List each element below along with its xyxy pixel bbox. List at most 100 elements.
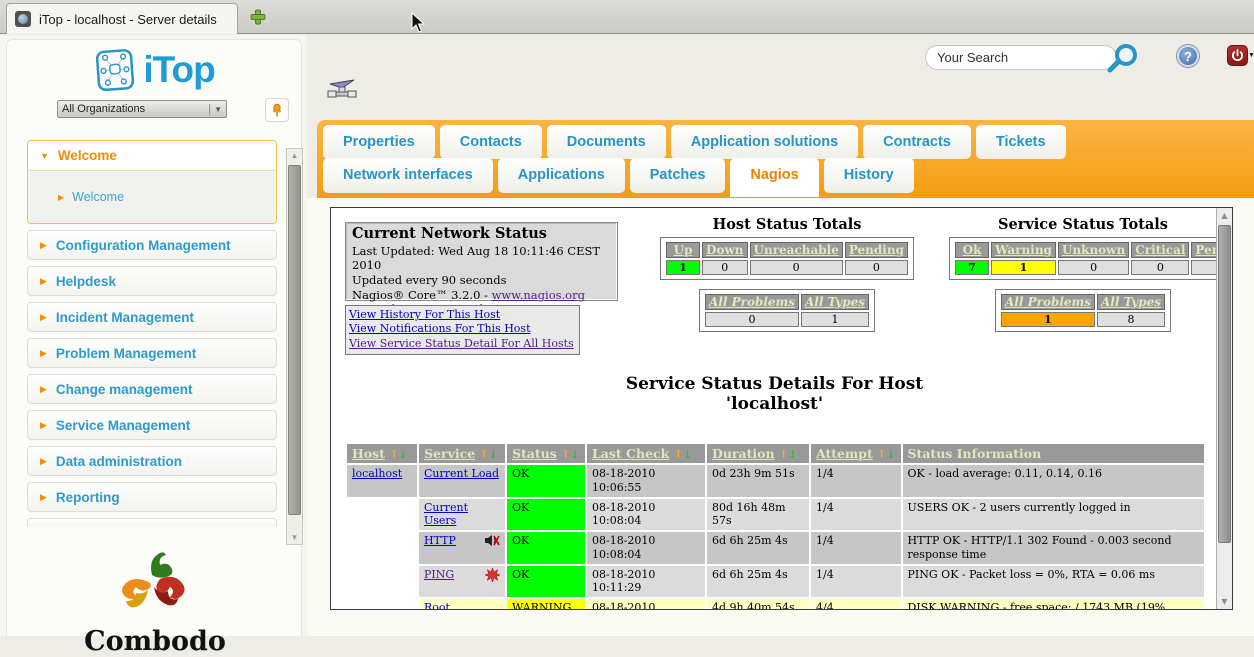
- view-service-status-link[interactable]: View Service Status Detail For All Hosts: [349, 337, 574, 351]
- object-tab-strip: Properties Contacts Documents Applicatio…: [317, 120, 1254, 198]
- question-mark-icon: ?: [1184, 49, 1192, 64]
- sidebar-scrollbar[interactable]: ▲ ▼: [286, 148, 303, 545]
- tab-patches[interactable]: Patches: [630, 158, 726, 193]
- host-status-totals: Host Status Totals Up Down Unreachable P…: [631, 216, 943, 336]
- host-all-problems-header: All Problems: [705, 294, 799, 310]
- tab-properties[interactable]: Properties: [323, 125, 435, 159]
- sort-desc-icon[interactable]: ↓: [399, 448, 408, 461]
- sort-asc-icon[interactable]: ↑: [480, 448, 489, 461]
- comment-burst-icon: [485, 568, 500, 582]
- service-status-table: Host ↑↓ Service ↑↓ Status ↑↓ Last Check …: [345, 442, 1206, 610]
- scroll-down-icon[interactable]: ▼: [287, 533, 302, 542]
- new-tab-button[interactable]: [250, 9, 266, 25]
- sort-asc-icon[interactable]: ↑: [779, 448, 788, 461]
- tab-nagios[interactable]: Nagios: [730, 158, 818, 197]
- network-status-title: Current Network Status: [352, 225, 611, 244]
- tab-history[interactable]: History: [824, 158, 914, 193]
- nagios-org-link[interactable]: www.nagios.org: [492, 288, 585, 302]
- help-button[interactable]: ?: [1177, 45, 1199, 67]
- tab-contracts[interactable]: Contracts: [863, 125, 971, 159]
- combodo-logo: Combodo: [7, 545, 303, 657]
- chevron-collapsed-icon: ▶: [40, 312, 47, 323]
- service-link[interactable]: Current Load: [424, 467, 499, 480]
- menu-group-welcome-header[interactable]: ▼ Welcome: [28, 141, 276, 171]
- sub-arrow-icon: ▶: [58, 193, 64, 202]
- scroll-up-icon[interactable]: ▲: [287, 151, 302, 160]
- sidebar-scrollbar-thumb[interactable]: [288, 165, 301, 515]
- sort-desc-icon[interactable]: ↓: [886, 448, 895, 461]
- table-row: PING OK 08-18-2010 10:11:29 6d 6h 25m 4s…: [347, 566, 1204, 598]
- sidebar-item-incident-management[interactable]: ▶ Incident Management: [27, 302, 277, 332]
- tab-content-panel: Current Network Status Last Updated: Wed…: [307, 198, 1254, 636]
- sidebar-item-partial[interactable]: [27, 518, 277, 527]
- nagios-core-line: Nagios® Core™ 3.2.0 - www.nagios.org: [352, 288, 611, 303]
- service-totals-header-warning: Warning: [991, 242, 1056, 258]
- tab-application-solutions[interactable]: Application solutions: [671, 125, 858, 159]
- search-icon[interactable]: [1105, 42, 1141, 81]
- host-status-totals-title: Host Status Totals: [631, 216, 943, 233]
- search-input[interactable]: [925, 45, 1117, 70]
- sidebar-item-reporting[interactable]: ▶ Reporting: [27, 482, 277, 512]
- organization-select[interactable]: All Organizations | ▼: [57, 100, 227, 118]
- nagios-frame: Current Network Status Last Updated: Wed…: [330, 207, 1233, 610]
- service-link[interactable]: HTTP: [424, 534, 456, 548]
- host-cell-empty: [347, 566, 417, 598]
- scroll-up-icon[interactable]: ▲: [1217, 211, 1232, 220]
- col-header-attempt: Attempt ↑↓: [811, 444, 901, 463]
- last-updated-text: Last Updated: Wed Aug 18 10:11:46 CEST 2…: [352, 244, 611, 273]
- sidebar-item-data-administration[interactable]: ▶ Data administration: [27, 446, 277, 476]
- sidebar-item-problem-management[interactable]: ▶ Problem Management: [27, 338, 277, 368]
- host-up-count: 1: [666, 260, 700, 275]
- pin-menu-button[interactable]: [265, 98, 289, 122]
- status-info-cell: DISK WARNING - free space: / 1743 MB (19…: [903, 599, 1204, 610]
- sidebar-item-welcome[interactable]: ▶ Welcome: [28, 171, 276, 223]
- pin-icon: [270, 103, 284, 117]
- view-notifications-link[interactable]: View Notifications For This Host: [349, 322, 574, 336]
- view-history-link[interactable]: View History For This Host: [349, 308, 574, 322]
- sidebar-item-helpdesk[interactable]: ▶ Helpdesk: [27, 266, 277, 296]
- tab-documents[interactable]: Documents: [547, 125, 666, 159]
- host-link[interactable]: localhost: [352, 467, 402, 480]
- sort-asc-icon[interactable]: ↑: [561, 448, 570, 461]
- host-unreachable-count: 0: [750, 260, 843, 275]
- logout-menu-caret-icon[interactable]: ▼: [1248, 52, 1254, 59]
- sort-desc-icon[interactable]: ↓: [570, 448, 579, 461]
- tab-contacts[interactable]: Contacts: [440, 125, 542, 159]
- service-status-totals-title: Service Status Totals: [949, 216, 1217, 233]
- service-link[interactable]: Root Partition: [424, 601, 472, 610]
- sort-desc-icon[interactable]: ↓: [489, 448, 498, 461]
- itop-favicon-icon: [15, 11, 31, 27]
- attempt-cell: 1/4: [811, 532, 901, 564]
- tab-network-interfaces[interactable]: Network interfaces: [323, 158, 493, 193]
- sidebar-item-change-management[interactable]: ▶ Change management: [27, 374, 277, 404]
- status-info-cell: OK - load average: 0.11, 0.14, 0.16: [903, 465, 1204, 497]
- sidebar-item-configuration-management[interactable]: ▶ Configuration Management: [27, 230, 277, 260]
- browser-tab[interactable]: iTop - localhost - Server details: [6, 3, 238, 34]
- mouse-cursor-icon: [410, 12, 425, 39]
- combodo-lizards-icon: [100, 545, 210, 625]
- sort-desc-icon[interactable]: ↓: [683, 448, 692, 461]
- service-link[interactable]: Current Users: [424, 501, 468, 528]
- service-status-totals: Service Status Totals Ok Warning Unknown…: [949, 216, 1217, 336]
- duration-cell: 0d 23h 9m 51s: [707, 465, 809, 497]
- tab-applications[interactable]: Applications: [498, 158, 625, 193]
- chevron-collapsed-icon: ▶: [40, 240, 47, 251]
- last-check-cell: 08-18-2010 10:08:04: [587, 532, 705, 564]
- sort-asc-icon[interactable]: ↑: [674, 448, 683, 461]
- content-scrollbar[interactable]: ▲ ▼: [1216, 208, 1232, 609]
- last-check-cell: 08-18-2010 10:11:29: [587, 566, 705, 598]
- scroll-down-icon[interactable]: ▼: [1217, 597, 1232, 606]
- chevron-collapsed-icon: ▶: [40, 492, 47, 503]
- sort-asc-icon[interactable]: ↑: [389, 448, 398, 461]
- host-cell-empty: [347, 532, 417, 564]
- logout-button[interactable]: [1227, 45, 1248, 66]
- sort-asc-icon[interactable]: ↑: [877, 448, 886, 461]
- status-badge: OK: [507, 465, 585, 497]
- sidebar-item-service-management[interactable]: ▶ Service Management: [27, 410, 277, 440]
- service-warning-count: 1: [991, 260, 1056, 275]
- sort-desc-icon[interactable]: ↓: [788, 448, 797, 461]
- current-network-status-box: Current Network Status Last Updated: Wed…: [345, 222, 618, 301]
- content-scrollbar-thumb[interactable]: [1218, 225, 1231, 543]
- tab-tickets[interactable]: Tickets: [976, 125, 1066, 159]
- service-link[interactable]: PING: [424, 568, 454, 582]
